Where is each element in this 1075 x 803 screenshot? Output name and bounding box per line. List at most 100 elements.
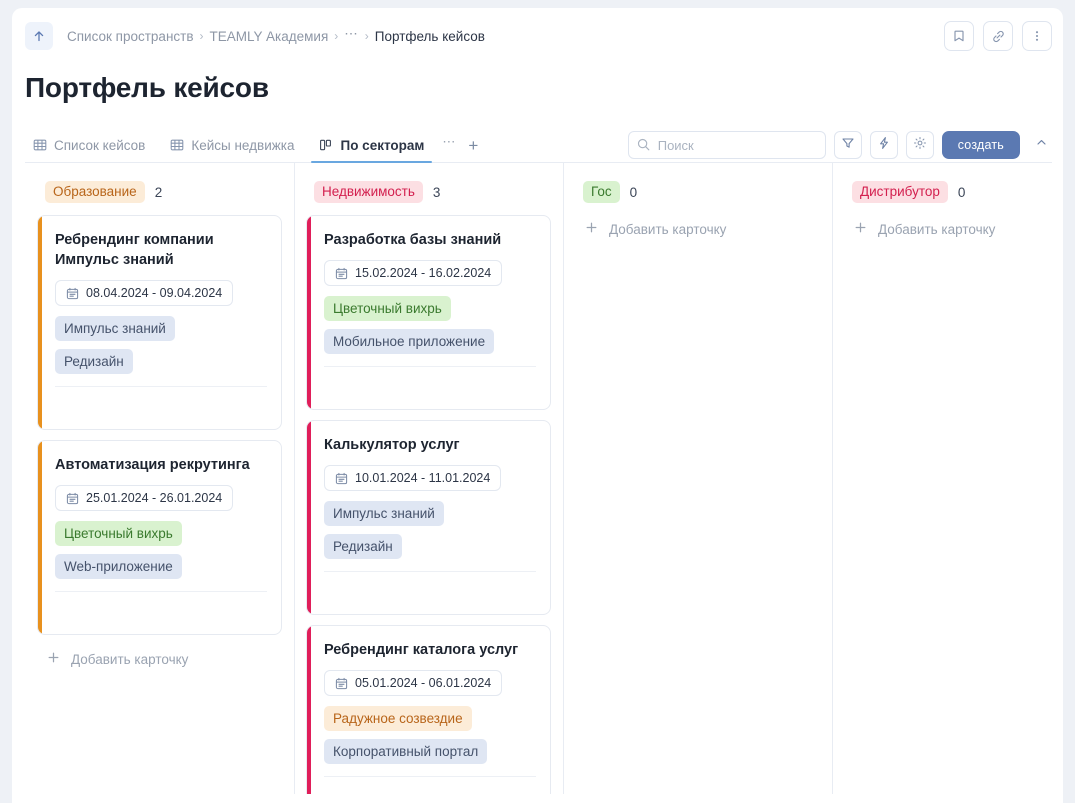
card-color-stripe: [38, 216, 42, 429]
card-tag-row: Редизайн: [55, 349, 267, 382]
board-column: Недвижимость 3 Разработка базы знаний 15.02…: [294, 163, 563, 794]
breadcrumb-separator: ›: [334, 29, 339, 43]
breadcrumb-separator: ›: [199, 29, 204, 43]
calendar-icon: [335, 677, 348, 690]
bookmark-icon: [952, 29, 966, 43]
link-button[interactable]: [983, 21, 1013, 51]
add-card-label: Добавить карточку: [878, 222, 996, 237]
card-tag[interactable]: Редизайн: [324, 534, 402, 559]
breadcrumb-item-spaces[interactable]: Список пространств: [67, 29, 194, 44]
board-card[interactable]: Автоматизация рекрутинга 25.01.2024 - 26.…: [37, 440, 282, 635]
card-tag[interactable]: Web-приложение: [55, 554, 182, 579]
card-tag[interactable]: Корпоративный портал: [324, 739, 488, 764]
tab-label: Список кейсов: [54, 137, 146, 153]
breadcrumb-current: Портфель кейсов: [374, 28, 485, 44]
search-icon: [636, 137, 651, 157]
add-card-button[interactable]: Добавить карточку: [37, 645, 282, 668]
card-tag-row: Импульс знаний: [55, 316, 267, 349]
automation-button[interactable]: [869, 131, 898, 159]
card-date-chip[interactable]: 25.01.2024 - 26.01.2024: [55, 485, 234, 511]
card-date-text: 10.01.2024 - 11.01.2024: [355, 471, 491, 485]
card-title: Ребрендинг каталога услуг: [324, 642, 519, 658]
filter-button[interactable]: [833, 131, 862, 159]
plus-icon: [47, 651, 60, 668]
tab-keysy-nedvizhka[interactable]: Кейсы недвижка: [162, 128, 302, 162]
card-title: Ребрендинг компании Импульс знаний: [55, 232, 214, 268]
card-date-chip[interactable]: 10.01.2024 - 11.01.2024: [324, 465, 502, 491]
card-date-chip[interactable]: 05.01.2024 - 06.01.2024: [324, 670, 503, 696]
card-title: Калькулятор услуг: [324, 437, 460, 453]
calendar-icon: [335, 267, 348, 280]
card-tag[interactable]: Импульс знаний: [324, 501, 444, 526]
view-tabs: Список кейсов Кейсы недвижка По секторам…: [25, 128, 478, 163]
breadcrumb-item-academy[interactable]: TEAMLY Академия: [210, 29, 329, 44]
card-date-text: 08.04.2024 - 09.04.2024: [86, 286, 223, 300]
card-date-row: 05.01.2024 - 06.01.2024: [324, 670, 536, 706]
board-card[interactable]: Калькулятор услуг 10.01.2024 - 11.01.2024…: [306, 420, 551, 615]
tab-spisok-keysov[interactable]: Список кейсов: [25, 128, 153, 162]
card-tag-row: Радужное созвездие: [324, 706, 536, 739]
search-input[interactable]: [627, 131, 826, 159]
top-bar-actions: [944, 21, 1052, 51]
collapse-toolbar-button[interactable]: [1030, 132, 1052, 158]
add-tab-button[interactable]: +: [468, 137, 478, 154]
card-color-stripe: [38, 441, 42, 634]
card-tag[interactable]: Импульс знаний: [55, 316, 175, 341]
link-icon: [991, 29, 1006, 44]
column-header: Недвижимость 3: [306, 181, 551, 203]
create-button[interactable]: создать: [941, 131, 1020, 159]
breadcrumb-separator: ›: [364, 29, 369, 43]
plus-icon: [854, 221, 867, 238]
card-footer: [324, 367, 536, 395]
column-card-count: 0: [957, 184, 966, 200]
tab-po-sektoram[interactable]: По секторам: [311, 128, 433, 163]
column-header: Образование 2: [37, 181, 282, 203]
column-card-list: Разработка базы знаний 15.02.2024 - 16.02…: [306, 215, 551, 794]
column-name-badge: Гос: [583, 181, 620, 203]
tabs-more-button[interactable]: ⋯: [442, 134, 456, 150]
top-bar: Список пространств › TEAMLY Академия › ⋯…: [12, 8, 1063, 64]
page-panel: Список пространств › TEAMLY Академия › ⋯…: [12, 8, 1063, 803]
board-card[interactable]: Разработка базы знаний 15.02.2024 - 16.02…: [306, 215, 551, 410]
page-title: Портфель кейсов: [25, 72, 269, 103]
board-column: Образование 2 Ребрендинг компании Импульс …: [25, 163, 294, 794]
card-color-stripe: [307, 626, 311, 794]
column-name-badge: Недвижимость: [314, 181, 423, 203]
card-color-stripe: [307, 421, 311, 614]
search-box: [627, 131, 826, 159]
column-card-list: Ребрендинг компании Импульс знаний 08.04.…: [37, 215, 282, 645]
board-column: Гос 0 Добавить карточку: [563, 163, 832, 794]
card-tag[interactable]: Цветочный вихрь: [324, 296, 451, 321]
bookmark-button[interactable]: [944, 21, 974, 51]
column-header: Гос 0: [575, 181, 820, 203]
column-name-badge: Дистрибутор: [852, 181, 948, 203]
tab-label: По секторам: [340, 137, 425, 153]
chevron-up-icon: [1035, 136, 1048, 154]
card-title: Разработка базы знаний: [324, 232, 502, 248]
more-options-button[interactable]: [1022, 21, 1052, 51]
filter-icon: [841, 136, 855, 155]
view-bar: Список кейсов Кейсы недвижка По секторам…: [12, 128, 1063, 163]
card-tag-row: Цветочный вихрь: [324, 296, 536, 329]
card-tag[interactable]: Радужное созвездие: [324, 706, 472, 731]
card-tag-row: Импульс знаний: [324, 501, 536, 534]
add-card-button[interactable]: Добавить карточку: [844, 215, 1063, 238]
card-tag[interactable]: Цветочный вихрь: [55, 521, 182, 546]
column-card-count: 2: [154, 184, 163, 200]
kanban-board: Образование 2 Ребрендинг компании Импульс …: [12, 163, 1063, 794]
card-tag[interactable]: Мобильное приложение: [324, 329, 495, 354]
application-root: Список пространств › TEAMLY Академия › ⋯…: [0, 0, 1075, 803]
table-icon: [33, 138, 47, 152]
arrow-up-icon: [32, 29, 46, 43]
card-date-chip[interactable]: 15.02.2024 - 16.02.2024: [324, 260, 503, 286]
board-card[interactable]: Ребрендинг компании Импульс знаний 08.04.…: [37, 215, 282, 430]
view-toolbar: создать: [627, 131, 1052, 159]
card-date-chip[interactable]: 08.04.2024 - 09.04.2024: [55, 280, 234, 306]
card-tag[interactable]: Редизайн: [55, 349, 133, 374]
board-card[interactable]: Ребрендинг каталога услуг 05.01.2024 - 06…: [306, 625, 551, 794]
breadcrumb: Список пространств › TEAMLY Академия › ⋯…: [67, 26, 485, 44]
back-button[interactable]: [25, 22, 53, 50]
add-card-button[interactable]: Добавить карточку: [575, 215, 820, 238]
settings-button[interactable]: [905, 131, 934, 159]
breadcrumb-ellipsis[interactable]: ⋯: [344, 26, 359, 42]
